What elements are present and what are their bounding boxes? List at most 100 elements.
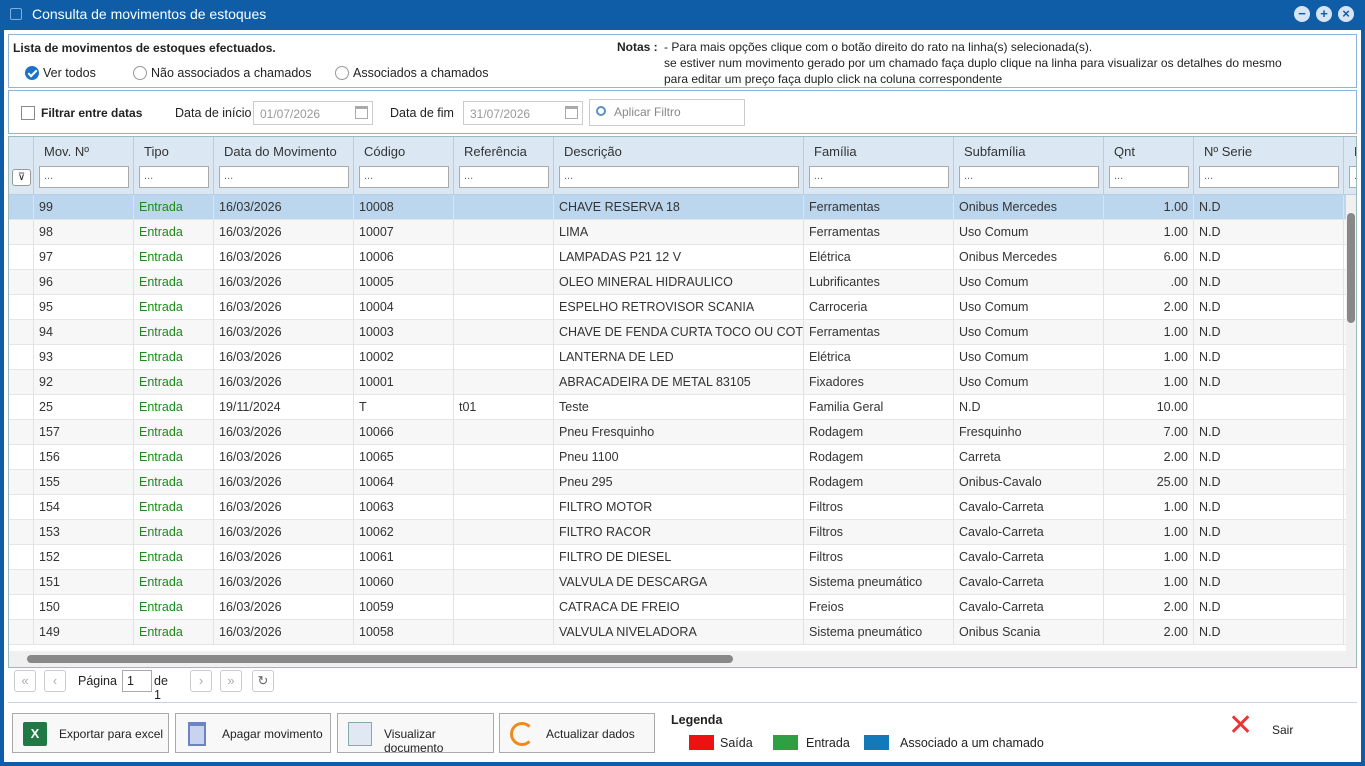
close-icon[interactable]: × [1338,6,1354,22]
column-header-mov-no[interactable]: Mov. Nº... [34,137,134,195]
table-row[interactable]: 95 Entrada 16/03/2026 10004 ESPELHO RETROVIS… [9,295,1356,320]
table-row[interactable]: 157 Entrada 16/03/2026 10066 Pneu Fresquinho… [9,420,1356,445]
legend-title: Legenda [671,713,723,727]
column-header-data[interactable]: Data do Movimento... [214,137,354,195]
table-row[interactable]: 155 Entrada 16/03/2026 10064 Pneu 295 Rodagem… [9,470,1356,495]
export-excel-button[interactable]: X Exportar para excel [12,713,169,753]
first-page-icon[interactable]: « [14,670,36,692]
cell-subfamilia: Cavalo-Carreta [954,545,1104,570]
column-header-codigo[interactable]: Código... [354,137,454,195]
table-row[interactable]: 156 Entrada 16/03/2026 10065 Pneu 1100 Rodage… [9,445,1356,470]
table-row[interactable]: 154 Entrada 16/03/2026 10063 FILTRO MOTOR Fil… [9,495,1356,520]
column-filter-input[interactable]: ... [219,166,349,188]
radio-ver-todos[interactable]: Ver todos [25,66,96,80]
column-header-tipo[interactable]: Tipo... [134,137,214,195]
vertical-scrollbar[interactable] [1346,195,1356,651]
filter-row-icon-cell: ⊽ [9,137,34,195]
table-row[interactable]: 97 Entrada 16/03/2026 10006 LAMPADAS P21 12 … [9,245,1356,270]
page-input[interactable]: 1 [122,670,152,692]
column-filter-input[interactable]: ... [959,166,1099,188]
prev-page-icon[interactable]: ‹ [44,670,66,692]
column-filter-input[interactable]: ... [559,166,799,188]
horizontal-scroll-thumb[interactable] [27,655,733,663]
cell-mov-no: 153 [34,520,134,545]
table-row[interactable]: 93 Entrada 16/03/2026 10002 LANTERNA DE LED E… [9,345,1356,370]
column-filter-input[interactable]: ... [459,166,549,188]
cell-referencia [454,520,554,545]
table-row[interactable]: 94 Entrada 16/03/2026 10003 CHAVE DE FENDA C… [9,320,1356,345]
column-filter-input[interactable]: ... [39,166,129,188]
column-filter-input[interactable]: ... [359,166,449,188]
column-header-descricao[interactable]: Descrição... [554,137,804,195]
exit-button[interactable]: ✕ Sair [1222,711,1312,747]
calendar-icon[interactable] [355,106,368,119]
reload-icon[interactable]: ↻ [252,670,274,692]
calendar-icon[interactable] [565,106,578,119]
cell-mov-no: 150 [34,595,134,620]
row-indicator [9,620,34,645]
cell-referencia [454,620,554,645]
column-filter-input[interactable]: ... [139,166,209,188]
column-filter-input[interactable]: ... [1199,166,1339,188]
column-filter-input[interactable]: ... [1109,166,1189,188]
column-filter-input[interactable]: ... [809,166,949,188]
column-header-referencia[interactable]: Referência... [454,137,554,195]
table-row[interactable]: 92 Entrada 16/03/2026 10001 ABRACADEIRA DE M… [9,370,1356,395]
table-row[interactable]: 96 Entrada 16/03/2026 10005 OLEO MINERAL HID… [9,270,1356,295]
cell-subfamilia: Cavalo-Carreta [954,595,1104,620]
delete-movement-button[interactable]: Apagar movimento [175,713,331,753]
cell-tipo: Entrada [134,370,214,395]
column-header-serie[interactable]: Nº Serie... [1194,137,1344,195]
minimize-icon[interactable]: − [1294,6,1310,22]
maximize-icon[interactable]: + [1316,6,1332,22]
start-date-input[interactable]: 01/07/2026 [253,101,373,125]
table-row[interactable]: 98 Entrada 16/03/2026 10007 LIMA Ferramentas U… [9,220,1356,245]
cell-qnt: 10.00 [1104,395,1194,420]
column-header-p[interactable]: P... [1344,137,1356,195]
table-row[interactable]: 99 Entrada 16/03/2026 10008 CHAVE RESERVA 18… [9,195,1356,220]
cell-familia: Ferramentas [804,220,954,245]
table-row[interactable]: 25 Entrada 19/11/2024 Tt01 Teste Familia Gera… [9,395,1356,420]
apply-filter-button[interactable]: Aplicar Filtro [589,99,745,126]
cell-familia: Familia Geral [804,395,954,420]
column-header-familia[interactable]: Família... [804,137,954,195]
view-label: Visualizar documento [384,727,444,755]
cell-descricao: Pneu Fresquinho [554,420,804,445]
cell-serie: N.D [1194,420,1344,445]
cell-mov-no: 157 [34,420,134,445]
cell-codigo: T [354,395,454,420]
date-filter-checkbox[interactable]: Filtrar entre datas [21,106,142,120]
cell-tipo: Entrada [134,270,214,295]
refresh-data-button[interactable]: Actualizar dados [499,713,655,753]
vertical-scroll-thumb[interactable] [1347,213,1355,323]
table-row[interactable]: 153 Entrada 16/03/2026 10062 FILTRO RACOR Fil… [9,520,1356,545]
cell-descricao: FILTRO RACOR [554,520,804,545]
table-row[interactable]: 149 Entrada 16/03/2026 10058 VALVULA NIVELAD… [9,620,1356,645]
cell-descricao: LANTERNA DE LED [554,345,804,370]
cell-descricao: VALVULA DE DESCARGA [554,570,804,595]
cell-data: 16/03/2026 [214,420,354,445]
radio-associados[interactable]: Associados a chamados [335,66,489,80]
column-header-qnt[interactable]: Qnt... [1104,137,1194,195]
filter-icon[interactable]: ⊽ [12,169,31,186]
horizontal-scrollbar[interactable] [9,651,1356,667]
excel-icon: X [23,722,47,746]
radio-nao-associados[interactable]: Não associados a chamados [133,66,312,80]
table-row[interactable]: 150 Entrada 16/03/2026 10059 CATRACA DE FREI… [9,595,1356,620]
column-filter-input[interactable]: ... [1349,166,1356,188]
last-page-icon[interactable]: » [220,670,242,692]
cell-mov-no: 151 [34,570,134,595]
table-row[interactable]: 151 Entrada 16/03/2026 10060 VALVULA DE DESC… [9,570,1356,595]
cell-mov-no: 98 [34,220,134,245]
export-label: Exportar para excel [59,727,164,741]
cell-mov-no: 152 [34,545,134,570]
next-page-icon[interactable]: › [190,670,212,692]
cell-codigo: 10061 [354,545,454,570]
cell-subfamilia: Onibus Mercedes [954,195,1104,220]
cell-mov-no: 97 [34,245,134,270]
table-row[interactable]: 152 Entrada 16/03/2026 10061 FILTRO DE DIESE… [9,545,1356,570]
cell-qnt: 1.00 [1104,545,1194,570]
column-header-subfamilia[interactable]: Subfamília... [954,137,1104,195]
end-date-input[interactable]: 31/07/2026 [463,101,583,125]
view-document-button[interactable]: Visualizar documento [337,713,494,755]
